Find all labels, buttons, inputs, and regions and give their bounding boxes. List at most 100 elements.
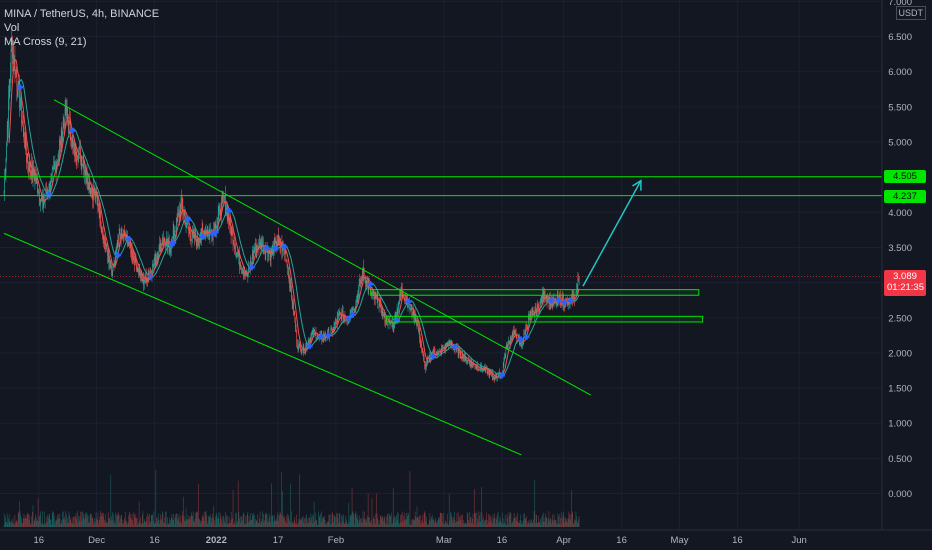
candle-body xyxy=(157,255,159,259)
candle-body xyxy=(23,128,25,141)
candle-body xyxy=(23,125,24,129)
volume-bar xyxy=(41,524,42,527)
volume-bar xyxy=(574,520,576,527)
volume-bar xyxy=(472,518,473,527)
volume-bar xyxy=(327,521,328,527)
volume-bar xyxy=(196,511,197,527)
volume-bar xyxy=(322,517,324,527)
candle-body xyxy=(470,363,471,366)
volume-bar xyxy=(247,511,249,527)
price-chart[interactable]: 7.0006.5006.0005.5005.0004.5004.0003.500… xyxy=(0,0,932,550)
candle-body xyxy=(493,378,495,380)
volume-bar xyxy=(202,514,204,527)
volume-bar xyxy=(518,522,519,527)
candle-body xyxy=(6,142,7,159)
volume-bar xyxy=(20,515,22,527)
volume-bar xyxy=(553,514,555,527)
candle-body xyxy=(102,232,104,240)
candle-body xyxy=(91,189,92,194)
volume-bar xyxy=(10,523,12,527)
volume-bar xyxy=(384,515,386,527)
volume-bar xyxy=(166,524,168,527)
candle-body xyxy=(154,256,156,265)
volume-bar xyxy=(130,517,132,527)
candle-body xyxy=(506,344,507,349)
candle-body xyxy=(4,177,5,192)
price-axis[interactable]: 7.0006.5006.0005.5005.0004.5004.0003.500… xyxy=(881,0,912,530)
candle-body xyxy=(167,238,168,247)
candle-body xyxy=(344,316,345,317)
volume-bar xyxy=(64,520,66,527)
candle-body xyxy=(297,348,299,350)
price-tick-label: 0.000 xyxy=(888,489,912,500)
candle-body xyxy=(235,252,237,254)
candlesticks[interactable] xyxy=(3,27,580,384)
volume-bar xyxy=(437,517,439,527)
volume-bar xyxy=(29,514,31,527)
candle-body xyxy=(217,213,219,219)
volume-bar xyxy=(284,516,285,527)
candle-body xyxy=(34,175,36,181)
volume-bar xyxy=(363,518,364,527)
candle-body xyxy=(268,251,269,257)
volume-bar xyxy=(318,511,319,527)
volume-bar xyxy=(312,523,314,527)
candle-body xyxy=(420,342,422,345)
candle-body xyxy=(178,214,179,216)
candle-body xyxy=(24,138,26,148)
volume-bar xyxy=(434,520,436,527)
volume-bar xyxy=(180,522,182,527)
volume-bar xyxy=(228,516,230,527)
volume-bar xyxy=(576,515,577,527)
volume-bar xyxy=(536,515,537,527)
candle-body xyxy=(229,218,231,225)
time-axis[interactable]: 16 Dec 16 2022 17 Feb Mar 16 Apr 16 May 16 Jun xyxy=(0,529,932,546)
volume-bar xyxy=(123,523,124,527)
volume-indicator-label[interactable]: Vol xyxy=(4,21,159,35)
volume-bar xyxy=(397,512,399,527)
candle-body xyxy=(20,101,22,107)
candle-body xyxy=(298,344,300,345)
candle-body xyxy=(429,355,431,360)
candle-body xyxy=(317,337,318,339)
candle-body xyxy=(278,235,280,240)
volume-bar xyxy=(296,514,298,527)
volume-bar xyxy=(525,517,527,527)
volume-bar xyxy=(298,474,300,527)
volume-bar xyxy=(208,516,210,527)
volume-bar xyxy=(335,517,336,527)
candle-body xyxy=(190,239,192,241)
volume-bar xyxy=(331,511,333,527)
volume-bar xyxy=(3,524,5,527)
volume-bar xyxy=(133,512,135,527)
symbol-title[interactable]: MINA / TetherUS, 4h, BINANCE xyxy=(4,7,159,21)
volume-bar xyxy=(172,518,173,527)
candle-body xyxy=(423,353,424,358)
candle-body xyxy=(57,160,59,162)
candle-body xyxy=(57,160,58,164)
volume-bar xyxy=(419,515,421,527)
candle-body xyxy=(60,140,61,145)
volume-bar xyxy=(479,511,481,527)
volume-bar xyxy=(492,514,494,527)
volume-bar xyxy=(311,517,312,527)
volume-bar xyxy=(439,517,440,527)
volume-bar xyxy=(357,519,359,527)
candle-body xyxy=(131,248,133,257)
volume-bar xyxy=(198,518,200,527)
volume-bar xyxy=(551,523,552,527)
candle-body xyxy=(228,220,230,225)
grid-lines xyxy=(0,0,882,530)
ma-cross-indicator-label[interactable]: MA Cross (9, 21) xyxy=(4,35,159,49)
volume-bar xyxy=(219,512,221,527)
volume-bar xyxy=(466,523,467,527)
volume-bar xyxy=(109,520,111,527)
candle-body xyxy=(468,359,469,361)
volume-bar xyxy=(432,514,433,527)
currency-unit[interactable]: USDT xyxy=(895,6,926,20)
candle-body xyxy=(8,90,10,98)
candle-body xyxy=(138,268,140,276)
candle-body xyxy=(252,253,253,263)
volume-bar xyxy=(361,518,362,527)
drawings[interactable] xyxy=(0,99,882,456)
